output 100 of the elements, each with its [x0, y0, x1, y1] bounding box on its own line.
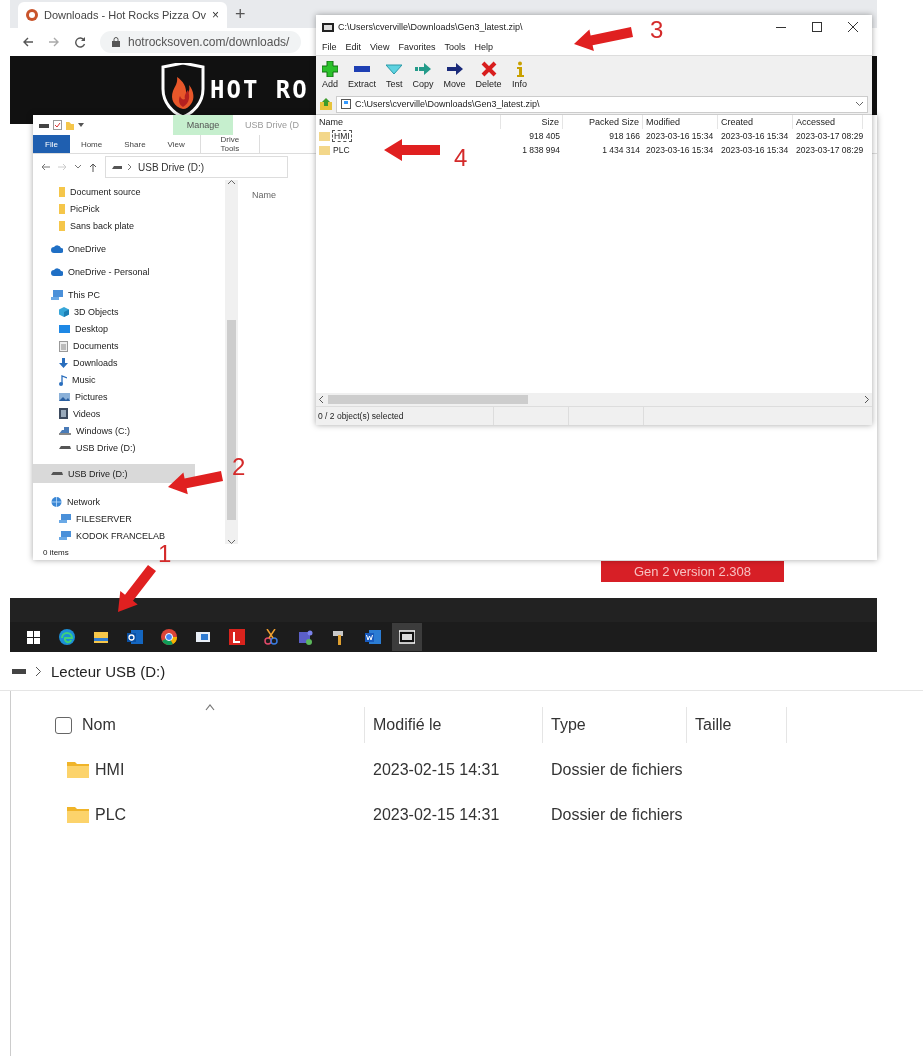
properties-icon[interactable] [53, 120, 62, 130]
breadcrumb-item[interactable]: Lecteur USB (D:) [51, 662, 166, 680]
toolbar-button[interactable]: Add [320, 56, 340, 94]
menu-item[interactable]: Help [474, 42, 493, 52]
nav-item[interactable]: PicPick [33, 200, 225, 218]
toolbar-button[interactable]: Test [384, 56, 405, 94]
table-cell-text: 1 434 314 [601, 144, 641, 157]
nav-item-label: PicPick [70, 204, 100, 215]
nav-item-label: Pictures [75, 391, 108, 402]
nav-item[interactable]: FILESERVER [33, 510, 225, 528]
nav-item-label: Desktop [75, 324, 109, 335]
nav-item[interactable]: Downloads [33, 354, 225, 372]
file-name[interactable]: PLC [333, 145, 350, 155]
menu-item[interactable]: View [370, 42, 390, 52]
column-header[interactable]: Accessed [793, 115, 863, 129]
reload-icon[interactable] [74, 36, 86, 48]
nav-item[interactable]: Network [33, 493, 225, 511]
recent-dropdown-icon[interactable] [75, 165, 81, 169]
address-bar[interactable]: hotrocksoven.com/downloads/ [100, 31, 302, 53]
nav-item[interactable]: OneDrive - Personal [33, 263, 225, 281]
table-cell-text: 918 166 [608, 130, 641, 143]
folder-icon [59, 221, 65, 232]
computer-icon [59, 514, 71, 524]
ribbon-tab[interactable]: Home [69, 135, 114, 153]
folder-icon [319, 145, 330, 155]
nav-item-label: OneDrive - Personal [68, 267, 150, 278]
nav-item[interactable]: Document source [33, 184, 225, 201]
close-icon[interactable]: × [212, 8, 219, 22]
column-header[interactable]: Packed Size [563, 115, 643, 129]
close-icon[interactable] [848, 22, 858, 32]
plus-icon [322, 61, 338, 77]
address-bar[interactable]: USB Drive (D:) [105, 156, 288, 178]
back-icon[interactable] [22, 36, 34, 48]
column-header[interactable]: Modifié le [365, 707, 543, 743]
folder-up-icon[interactable] [320, 98, 332, 110]
new-tab-button[interactable]: + [235, 3, 246, 25]
column-header[interactable]: Name [316, 115, 501, 129]
file-tab[interactable]: File [33, 135, 70, 153]
browser-tab[interactable]: Downloads - Hot Rocks Pizza Ov × [18, 2, 227, 28]
toolbar-button[interactable]: Delete [473, 56, 504, 94]
nav-item[interactable]: USB Drive (D:) [33, 439, 225, 457]
table-cell-text: 2023-03-16 15:34 [720, 130, 790, 143]
scrollbar-thumb[interactable] [328, 395, 528, 404]
usb-drive-icon [59, 445, 71, 451]
nav-item[interactable]: Sans back plate [33, 217, 225, 235]
file-name[interactable]: HMI [95, 760, 125, 779]
menu-item[interactable]: Edit [345, 42, 362, 52]
nav-item[interactable]: 3D Objects [33, 303, 225, 321]
nav-item[interactable]: OneDrive [33, 240, 225, 258]
nav-item-label: Sans back plate [70, 221, 135, 232]
dropdown-icon[interactable] [856, 102, 863, 106]
folder-icon [59, 187, 65, 198]
path-text: C:\Users\cverville\Downloads\Gen3_latest.zip\ [355, 99, 540, 109]
table-cell-text: 2023-03-16 15:34 [645, 144, 715, 157]
toolbar-button[interactable]: Extract [346, 56, 379, 94]
nav-item[interactable]: USB Drive (D:) [33, 464, 195, 484]
file-name[interactable]: PLC [95, 805, 127, 824]
toolbar-button[interactable]: Info [509, 56, 530, 94]
window-app-icon [195, 629, 211, 645]
menu-item[interactable]: File [322, 42, 337, 52]
menu-item[interactable]: Favorites [398, 42, 436, 52]
table-cell-text: 2023-03-17 08:29 [795, 144, 863, 157]
file-name[interactable]: HMI [333, 131, 351, 141]
nav-item[interactable]: Documents [33, 337, 225, 355]
music-note-icon [59, 374, 67, 386]
drive-icon [59, 426, 71, 435]
select-all-checkbox[interactable] [55, 716, 72, 734]
table-cell-text: 918 405 [528, 130, 561, 143]
nav-item[interactable]: Pictures [33, 388, 225, 406]
drive-icon [12, 668, 26, 674]
column-header[interactable]: Type [543, 707, 687, 743]
column-header[interactable]: Size [501, 115, 563, 129]
nav-item[interactable]: Windows (C:) [33, 422, 225, 440]
ribbon-tab[interactable]: Share [113, 135, 157, 153]
column-header[interactable]: Taille [687, 707, 787, 743]
column-header[interactable]: Name [252, 190, 276, 200]
nav-item[interactable]: Music [33, 371, 225, 389]
nav-item[interactable]: Desktop [33, 320, 225, 338]
column-header[interactable]: Modified [643, 115, 718, 129]
toolbar-button[interactable]: Copy [410, 56, 436, 94]
maximize-icon[interactable] [812, 22, 822, 32]
scroll-up-icon [228, 180, 235, 184]
taskbar-button[interactable] [392, 623, 422, 651]
column-header[interactable]: Nom [82, 716, 116, 734]
usb-drive-icon [51, 471, 63, 477]
minimize-icon[interactable] [776, 26, 786, 28]
ribbon-tab[interactable]: View [156, 135, 196, 153]
back-icon[interactable] [41, 163, 50, 171]
archive-app-icon [322, 22, 334, 32]
scrollbar[interactable] [316, 393, 872, 406]
menu-item[interactable]: Tools [444, 42, 466, 52]
folder-icon [67, 761, 89, 778]
nav-item[interactable]: This PC [33, 286, 225, 304]
nav-item[interactable]: Videos [33, 405, 225, 423]
path-field[interactable]: C:\Users\cverville\Downloads\Gen3_latest.zip\ [336, 95, 868, 113]
toolbar-button[interactable]: Move [441, 56, 468, 94]
column-header[interactable]: Created [718, 115, 793, 129]
nav-item-label: USB Drive (D:) [68, 468, 128, 479]
mail-app-icon [127, 629, 143, 645]
up-arrow-icon[interactable] [89, 162, 97, 172]
